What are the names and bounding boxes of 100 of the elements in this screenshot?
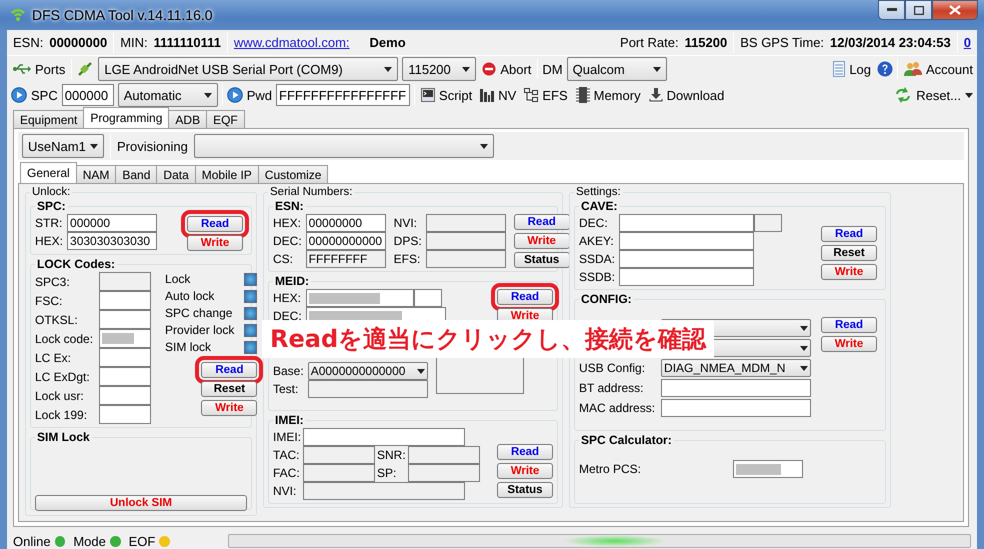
password-field[interactable]: FFFFFFFFFFFFFFFF <box>276 84 410 106</box>
status-button[interactable]: Status <box>497 482 553 498</box>
tab[interactable]: Data <box>156 165 196 183</box>
maximize-button[interactable] <box>905 0 932 20</box>
provisioning-dropdown[interactable] <box>194 134 494 158</box>
counter-link[interactable]: 0 <box>964 35 971 50</box>
efs-button[interactable]: EFS <box>522 88 570 102</box>
text-field[interactable] <box>661 399 812 417</box>
port-dropdown[interactable]: LGE AndroidNet USB Serial Port (COM9) <box>98 57 398 81</box>
group-title: SPC Calculator: <box>580 433 673 448</box>
text-field[interactable] <box>619 268 754 286</box>
field-label: DEC: <box>273 234 302 248</box>
tab[interactable]: Mobile IP <box>194 165 259 183</box>
abort-button[interactable]: Abort <box>480 62 534 76</box>
tab[interactable]: NAM <box>76 165 116 183</box>
text-field[interactable] <box>619 214 754 232</box>
ports-button[interactable]: Ports <box>11 62 68 76</box>
read-button[interactable]: Read <box>821 317 877 333</box>
caret-icon <box>90 144 98 148</box>
download-button[interactable]: Download <box>646 88 726 102</box>
provisioning-label: Provisioning <box>117 138 188 154</box>
status-label: Online <box>13 534 51 548</box>
text-field[interactable] <box>306 289 414 307</box>
read-button[interactable]: Read <box>821 226 877 242</box>
dropdown[interactable]: A0000000000000 <box>308 362 428 380</box>
text-field[interactable]: 00000000 <box>306 214 386 232</box>
website-link[interactable]: www.cdmatool.com: <box>234 35 350 50</box>
dropdown[interactable]: DIAG_NMEA_MDM_N <box>661 359 812 377</box>
spc-field[interactable]: 000000 <box>62 84 114 106</box>
readonly-field <box>99 272 152 291</box>
dm-dropdown[interactable]: Qualcom <box>566 57 667 81</box>
caret-icon <box>462 66 470 72</box>
field-label: AKEY: <box>579 234 615 248</box>
tab[interactable]: Equipment <box>13 110 84 128</box>
esn-value: 00000000 <box>49 35 108 50</box>
text-field[interactable] <box>99 310 152 329</box>
memory-button[interactable]: Memory <box>574 87 643 103</box>
account-button[interactable]: Account <box>902 61 975 77</box>
nam-dropdown[interactable]: UseNam1 <box>22 134 104 158</box>
group-title: Settings: <box>575 186 622 198</box>
text-field[interactable] <box>619 250 754 268</box>
group-title: LOCK Codes: <box>36 257 116 271</box>
read-button[interactable]: Read <box>514 214 570 230</box>
text-field[interactable] <box>99 348 152 367</box>
reset-menu-button[interactable]: Reset... <box>892 87 975 103</box>
field-label: SNR: <box>377 448 406 462</box>
text-field[interactable] <box>303 428 466 446</box>
status-button[interactable]: Status <box>514 252 570 268</box>
write-button[interactable]: Write <box>514 233 570 249</box>
field-label: SP: <box>377 466 398 480</box>
gps-time-label: BS GPS Time: <box>740 35 824 50</box>
text-field[interactable] <box>99 386 152 405</box>
script-button[interactable]: Script <box>419 88 474 102</box>
help-icon[interactable] <box>877 61 894 77</box>
tab[interactable]: Customize <box>258 165 328 183</box>
tab[interactable]: ADB <box>168 110 208 128</box>
baud-dropdown[interactable]: 115200 <box>402 57 476 81</box>
field-label: TAC: <box>273 448 300 462</box>
tab[interactable]: Programming <box>83 107 170 128</box>
stop-icon <box>482 62 496 76</box>
port-rate-label: Port Rate: <box>620 35 679 50</box>
text-field[interactable]: 303030303030 <box>67 232 158 250</box>
tab[interactable]: EQF <box>206 110 245 128</box>
write-button[interactable]: Write <box>821 336 877 352</box>
text-field[interactable] <box>754 214 782 232</box>
field-label: SSDA: <box>579 252 616 266</box>
text-field[interactable] <box>414 289 442 307</box>
text-field[interactable]: 00000000000 <box>306 232 386 250</box>
tab[interactable]: General <box>20 162 77 183</box>
text-field[interactable] <box>733 460 803 478</box>
text-field[interactable] <box>99 329 152 348</box>
log-button[interactable]: Log <box>831 61 874 77</box>
field-label: BT address: <box>579 381 644 395</box>
text-field[interactable] <box>99 291 152 310</box>
field-label: LC Ex: <box>35 350 72 364</box>
text-field[interactable] <box>99 367 152 386</box>
text-field[interactable]: 000000 <box>67 214 158 232</box>
password-label: Pwd <box>246 88 272 102</box>
write-button[interactable]: Unlock SIM <box>35 495 247 511</box>
tab[interactable]: Band <box>115 165 158 183</box>
field-label: LC ExDgt: <box>35 370 91 384</box>
read-button[interactable]: Read <box>497 444 553 460</box>
reset-button[interactable]: Reset <box>821 245 877 261</box>
group-title: SPC: <box>36 199 67 213</box>
minimize-button[interactable] <box>878 0 905 20</box>
caret-icon <box>800 346 808 350</box>
text-field[interactable] <box>99 405 152 424</box>
text-field[interactable] <box>619 232 754 250</box>
indicator-label: SIM lock <box>165 340 212 354</box>
write-button[interactable]: Write <box>187 235 243 251</box>
reset-button[interactable]: Reset <box>201 381 258 397</box>
redaction-bar <box>102 333 134 344</box>
nv-button[interactable]: NV <box>478 88 518 102</box>
close-button[interactable] <box>932 0 978 20</box>
text-field[interactable] <box>661 379 812 397</box>
write-button[interactable]: Write <box>821 264 877 280</box>
field-label: Lock usr: <box>35 388 85 402</box>
write-button[interactable]: Write <box>497 463 553 479</box>
write-button[interactable]: Write <box>201 400 258 416</box>
spc-mode-dropdown[interactable]: Automatic <box>118 83 218 107</box>
